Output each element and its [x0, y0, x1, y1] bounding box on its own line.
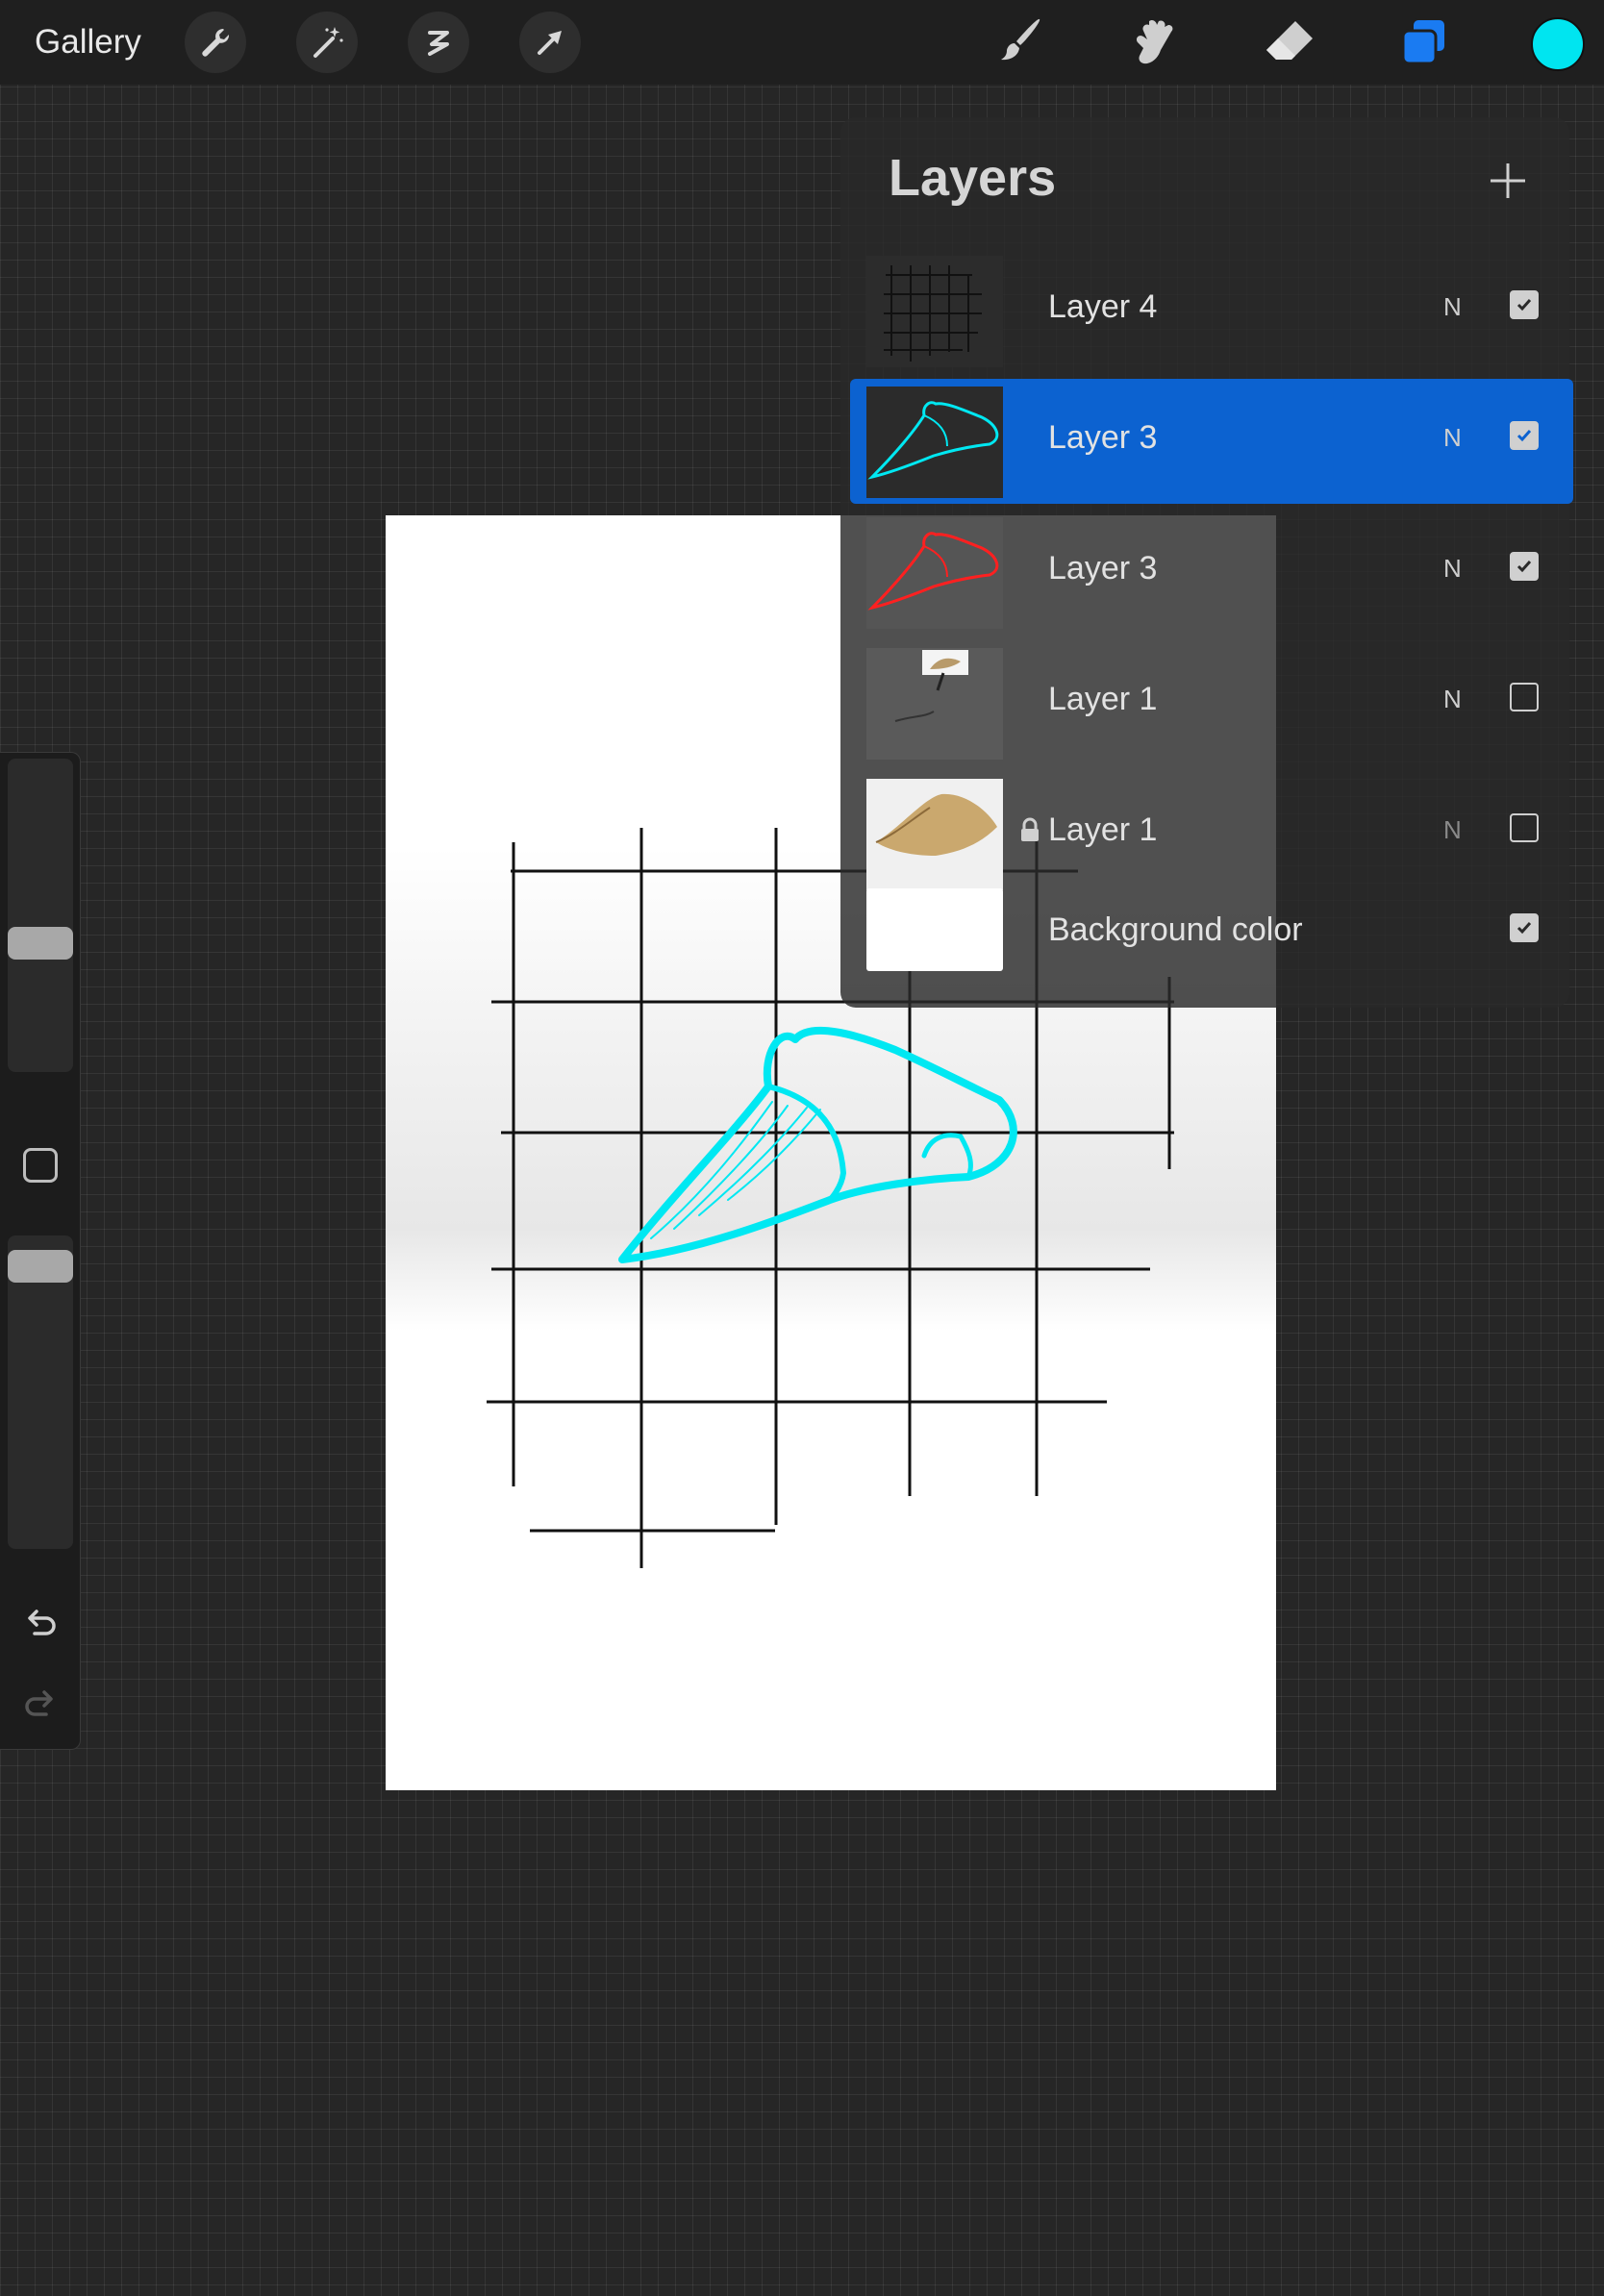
selection-icon[interactable] — [408, 12, 469, 73]
layer-row-layer-3-selected[interactable]: Layer 3 N — [850, 379, 1573, 504]
layer-thumbnail — [866, 517, 1003, 629]
visibility-checkbox[interactable] — [1510, 813, 1539, 842]
visibility-checkbox[interactable] — [1510, 421, 1539, 450]
gallery-button[interactable]: Gallery — [35, 21, 141, 63]
opacity-thumb[interactable] — [8, 1249, 73, 1283]
undo-icon[interactable] — [17, 1599, 63, 1645]
layer-row-layer-1-locked[interactable]: Layer 1 N — [850, 771, 1571, 896]
visibility-checkbox[interactable] — [1510, 552, 1539, 581]
brush-icon[interactable] — [987, 12, 1054, 73]
top-toolbar: Gallery — [0, 0, 1604, 85]
layer-name: Background color — [1048, 911, 1303, 948]
blend-mode-button[interactable]: N — [1443, 423, 1462, 453]
wrench-icon[interactable] — [185, 12, 246, 73]
transform-arrow-icon[interactable] — [519, 12, 581, 73]
blend-mode-button[interactable]: N — [1443, 554, 1462, 584]
eraser-icon[interactable] — [1256, 12, 1323, 73]
brush-size-slider[interactable] — [8, 759, 73, 1072]
visibility-checkbox[interactable] — [1510, 683, 1539, 711]
layer-thumbnail — [866, 648, 1003, 760]
layer-name: Layer 4 — [1048, 288, 1158, 325]
layer-row-layer-4[interactable]: Layer 4 N — [850, 248, 1571, 373]
layer-thumbnail — [866, 256, 1003, 367]
layer-thumbnail — [866, 888, 1003, 971]
layer-thumbnail — [866, 779, 1003, 890]
modify-square-icon[interactable] — [23, 1148, 58, 1183]
layer-name: Layer 3 — [1048, 550, 1158, 586]
layer-row-background-color[interactable]: Background color — [850, 886, 1571, 1011]
left-sidebar — [0, 752, 81, 1750]
opacity-slider[interactable] — [8, 1235, 73, 1549]
blend-mode-button[interactable]: N — [1443, 685, 1462, 714]
cyan-tooth-drawing — [618, 1026, 1017, 1263]
blend-mode-button[interactable]: N — [1443, 292, 1462, 322]
brush-size-thumb[interactable] — [8, 927, 73, 961]
layers-panel: Layers Layer 4 N Layer 3 N Layer 3 N Lay… — [840, 117, 1573, 1011]
layers-title: Layers — [889, 149, 1057, 207]
layer-name: Layer 1 — [1048, 681, 1158, 717]
layer-row-layer-3[interactable]: Layer 3 N — [850, 510, 1571, 635]
smudge-icon[interactable] — [1121, 12, 1189, 73]
magic-wand-icon[interactable] — [296, 12, 358, 73]
layer-name: Layer 3 — [1048, 419, 1158, 456]
visibility-checkbox[interactable] — [1510, 913, 1539, 942]
layers-icon[interactable] — [1391, 12, 1458, 73]
layer-thumbnail — [866, 387, 1003, 498]
layer-name: Layer 1 — [1048, 811, 1158, 848]
layer-row-layer-1[interactable]: Layer 1 N — [850, 640, 1571, 765]
blend-mode-button[interactable]: N — [1443, 815, 1462, 845]
lock-icon — [1019, 817, 1040, 842]
plus-icon[interactable] — [1487, 160, 1529, 202]
color-picker-button[interactable] — [1531, 17, 1585, 71]
redo-icon[interactable] — [17, 1680, 63, 1726]
visibility-checkbox[interactable] — [1510, 290, 1539, 319]
